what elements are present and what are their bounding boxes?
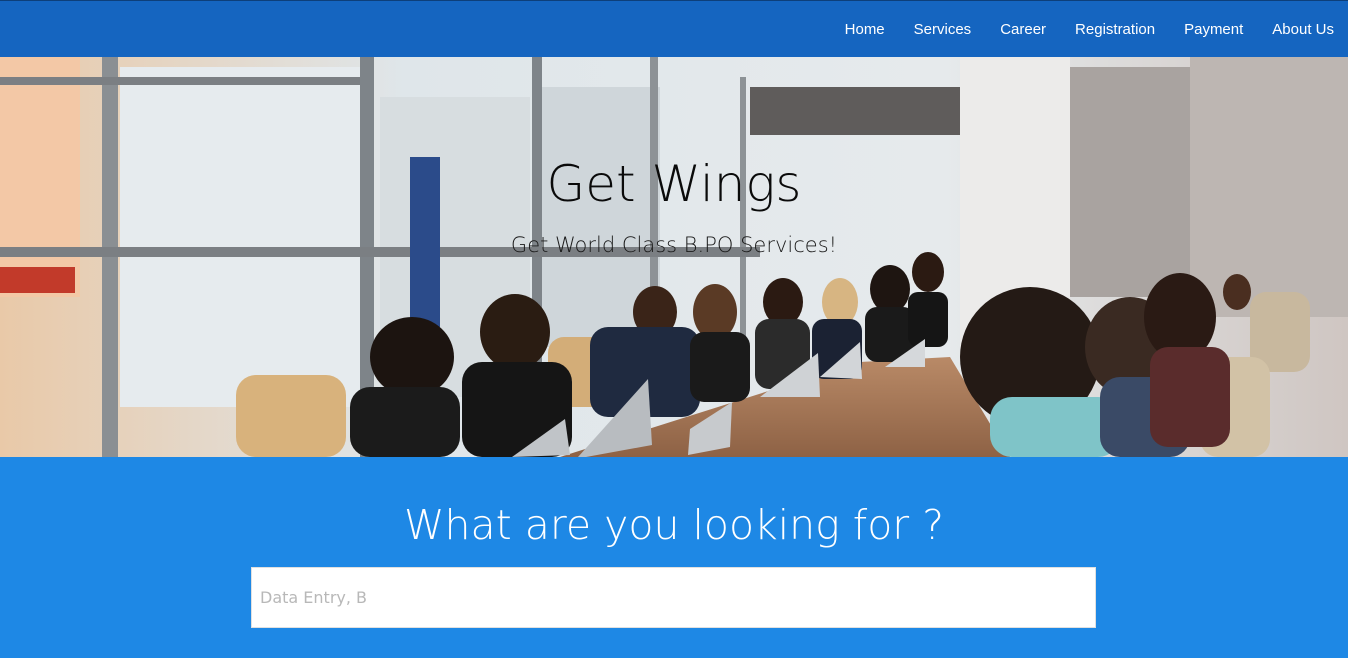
nav-about-us-link[interactable]: About Us (1272, 21, 1334, 38)
nav-registration-link[interactable]: Registration (1075, 21, 1155, 38)
search-section: What are you looking for ? (0, 457, 1348, 658)
nav-payment-link[interactable]: Payment (1184, 21, 1243, 38)
search-heading: What are you looking for ? (404, 501, 944, 549)
top-navbar: Home Services Career Registration Paymen… (0, 0, 1348, 57)
nav-menu: Home Services Career Registration Paymen… (816, 1, 1348, 57)
office-meeting-photo (0, 57, 1348, 457)
nav-services-link[interactable]: Services (914, 21, 972, 38)
hero-banner: Get Wings Get World Class B.PO Services! (0, 57, 1348, 457)
nav-career-link[interactable]: Career (1000, 21, 1046, 38)
hero-subtitle: Get World Class B.PO Services! (510, 233, 838, 257)
hero-title: Get Wings (546, 155, 802, 213)
nav-home-link[interactable]: Home (845, 21, 885, 38)
search-input[interactable] (251, 567, 1096, 628)
